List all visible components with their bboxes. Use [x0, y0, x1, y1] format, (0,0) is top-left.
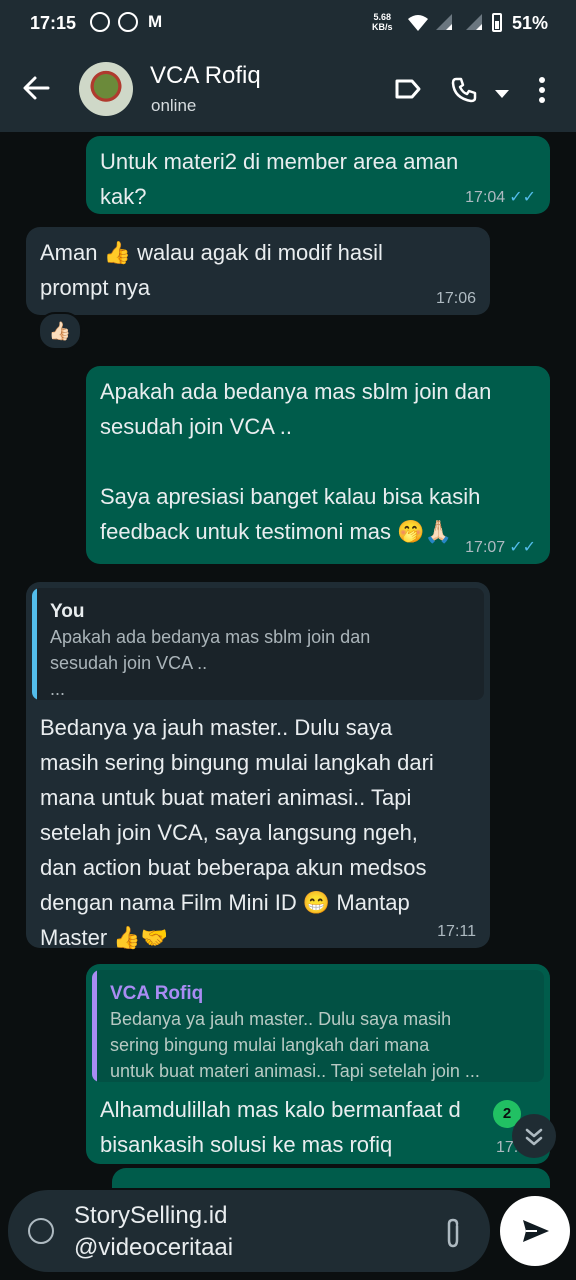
message-meta: 17:11 — [437, 922, 476, 942]
message-text: Bedanya ya jauh master.. Dulu saya masih… — [40, 715, 434, 950]
net-speed-value: 5.68 — [373, 12, 392, 22]
quoted-message[interactable]: You Apakah ada bedanya mas sblm join dan… — [32, 588, 484, 700]
message-input[interactable]: StorySelling.id @videoceritaai — [74, 1200, 233, 1264]
label-icon[interactable] — [394, 78, 422, 105]
send-icon — [523, 1220, 549, 1242]
voice-call-icon[interactable] — [450, 76, 478, 109]
message-outgoing[interactable]: Apakah ada bedanya mas sblm join dan ses… — [86, 366, 550, 564]
signal-icon — [466, 14, 482, 30]
battery-percent: 51% — [512, 13, 549, 33]
whatsapp-icon — [118, 12, 138, 32]
message-time: 17:07 — [465, 539, 506, 556]
message-incoming[interactable]: You Apakah ada bedanya mas sblm join dan… — [26, 582, 490, 950]
signal-icon — [436, 14, 452, 30]
more-options-icon[interactable] — [538, 76, 546, 109]
attach-icon[interactable] — [442, 1218, 464, 1255]
message-time: 17:06 — [435, 290, 476, 307]
message-time: 17:04 — [465, 189, 506, 206]
contact-avatar[interactable] — [79, 62, 133, 116]
back-arrow-icon[interactable] — [22, 74, 50, 108]
status-bar: 17:15 M 5.68 KB/s 51% — [0, 0, 576, 48]
message-reaction[interactable]: 👍🏻 — [38, 312, 82, 350]
chat-messages[interactable]: Untuk materi2 di member area aman kak? 1… — [0, 132, 576, 1188]
call-options-chevron-down-icon[interactable] — [495, 86, 509, 104]
quote-bar — [32, 588, 37, 700]
message-time: 17:11 — [437, 923, 476, 940]
scroll-down-button[interactable] — [512, 1114, 556, 1158]
quote-bar — [92, 970, 97, 1082]
message-outgoing[interactable]: VCA Rofiq Bedanya ya jauh master.. Dulu … — [86, 964, 550, 1164]
battery-icon — [492, 13, 502, 32]
sticker-icon[interactable] — [28, 1218, 54, 1244]
quote-text: Apakah ada bedanya mas sblm join dan ses… — [50, 627, 371, 699]
net-speed-unit: KB/s — [372, 22, 393, 32]
net-speed: 5.68 KB/s — [372, 12, 393, 32]
message-meta: 17:07 ✓✓ — [465, 538, 536, 558]
message-meta: 17:04 ✓✓ — [465, 188, 536, 208]
status-time: 17:15 — [30, 13, 77, 33]
message-outgoing[interactable]: Untuk materi2 di member area aman kak? 1… — [86, 136, 550, 214]
message-incoming[interactable]: Aman 👍 walau agak di modif hasil prompt … — [26, 227, 490, 315]
read-ticks-icon: ✓✓ — [509, 189, 536, 206]
quoted-message[interactable]: VCA Rofiq Bedanya ya jauh master.. Dulu … — [92, 970, 544, 1082]
chevron-double-down-icon — [524, 1125, 544, 1147]
message-meta: 17:06 — [436, 289, 476, 309]
gmail-icon: M — [148, 12, 163, 31]
quote-text: Bedanya ya jauh master.. Dulu saya masih… — [110, 1009, 480, 1081]
whatsapp-icon — [90, 12, 110, 32]
read-ticks-icon: ✓✓ — [509, 539, 536, 556]
message-text: Apakah ada bedanya mas sblm join dan ses… — [100, 379, 492, 544]
message-outgoing[interactable] — [112, 1168, 550, 1188]
contact-status: online — [151, 96, 197, 115]
wifi-icon — [407, 14, 429, 37]
contact-name[interactable]: VCA Rofiq — [150, 62, 261, 90]
message-text: Alhamdulillah mas kalo bermanfaat d bisa… — [100, 1097, 461, 1157]
message-input-bar[interactable]: StorySelling.id @videoceritaai — [8, 1190, 490, 1272]
chat-header: VCA Rofiq online — [0, 48, 576, 132]
message-text: Aman 👍 walau agak di modif hasil prompt … — [40, 240, 383, 300]
send-button[interactable] — [500, 1196, 570, 1266]
